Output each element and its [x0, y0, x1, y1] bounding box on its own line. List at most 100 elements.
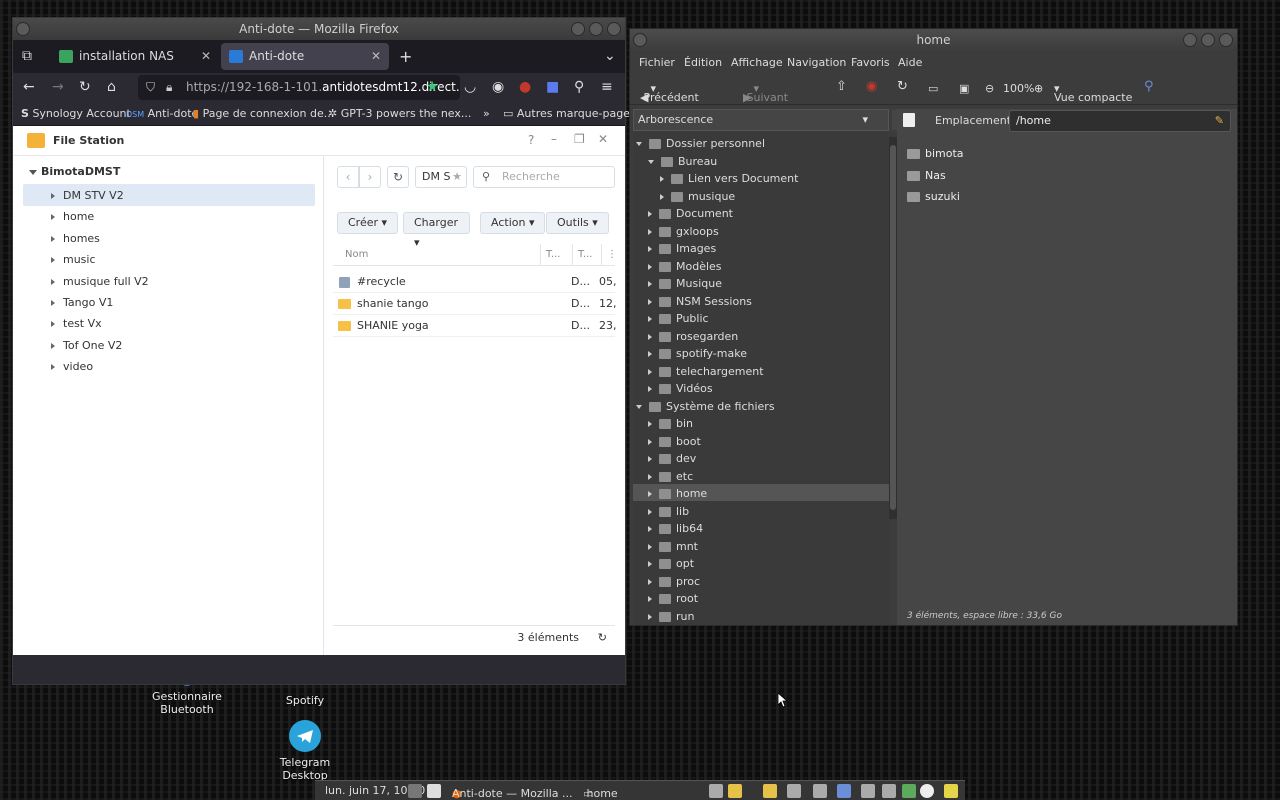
volume-icon[interactable]	[787, 784, 801, 798]
column-date[interactable]: T...	[572, 244, 592, 266]
close-icon[interactable]: ✕	[598, 132, 608, 146]
tree-item[interactable]: Dossier personnel	[636, 137, 765, 150]
task-home[interactable]: ▭ home	[583, 784, 618, 800]
collapsed-arrow-icon[interactable]	[648, 473, 652, 480]
collapsed-arrow-icon[interactable]	[648, 386, 652, 392]
minimize-icon[interactable]: –	[551, 132, 557, 146]
forward-button[interactable]: ›	[359, 166, 381, 188]
refresh-button[interactable]: ↻	[387, 166, 409, 188]
window-menu-button[interactable]	[633, 33, 647, 47]
tree-item[interactable]: Document	[648, 207, 733, 220]
maximize-button[interactable]	[1201, 33, 1215, 47]
maximize-button[interactable]	[589, 22, 603, 36]
refresh-tray-icon[interactable]	[902, 784, 916, 798]
tab-overview-icon[interactable]: ⧉	[22, 48, 32, 64]
clipboard-icon[interactable]	[861, 784, 875, 798]
extension-q-icon[interactable]: ■	[546, 79, 559, 95]
zoom-out-icon[interactable]: ⊖	[985, 82, 994, 95]
tree-item[interactable]: Musique	[648, 277, 722, 290]
new-tab-icon[interactable]: +	[399, 47, 412, 66]
collapsed-arrow-icon[interactable]	[648, 263, 652, 270]
collapsed-arrow-icon[interactable]	[648, 543, 652, 550]
bookmark-others[interactable]: ▭ Autres marque-pages	[503, 107, 636, 120]
collapsed-arrow-icon[interactable]	[51, 321, 55, 328]
collapsed-arrow-icon[interactable]	[648, 351, 652, 357]
folder-item[interactable]: Nas	[907, 169, 946, 182]
tree-item[interactable]: gxloops	[648, 225, 719, 238]
menu-navigation[interactable]: Navigation	[787, 56, 846, 69]
column-type[interactable]: T...	[540, 244, 560, 266]
desktop-icon-telegram[interactable]: Telegram Desktop	[258, 720, 352, 782]
bookmark-connexion[interactable]: ▮ Page de connexion de...	[193, 107, 334, 120]
tools-button[interactable]: Outils ▾	[546, 212, 609, 234]
home-icon[interactable]: ⌂	[107, 79, 116, 95]
close-button[interactable]	[607, 22, 621, 36]
tree-item[interactable]: musique	[660, 190, 735, 203]
collapsed-arrow-icon[interactable]	[648, 508, 652, 515]
close-tab-icon[interactable]: ✕	[371, 43, 381, 70]
shield-icon[interactable]	[813, 784, 827, 798]
tree-item[interactable]: home	[648, 487, 707, 500]
network-icon[interactable]	[709, 784, 723, 798]
collapsed-arrow-icon[interactable]	[51, 342, 55, 349]
tree-item[interactable]: Système de fichiers	[636, 400, 775, 413]
tree-item[interactable]: boot	[648, 435, 701, 448]
tree-item[interactable]: bin	[648, 417, 693, 430]
collapsed-arrow-icon[interactable]	[648, 421, 652, 427]
help-icon[interactable]: ?	[528, 133, 534, 147]
reload-icon[interactable]: ↻	[897, 79, 908, 94]
minimize-button[interactable]	[1183, 33, 1197, 47]
menu-icon[interactable]: ≡	[601, 79, 613, 95]
tree-scrollbar[interactable]	[889, 137, 897, 519]
window-titlebar[interactable]: home	[630, 29, 1237, 51]
zoom-in-icon[interactable]: ⊕	[1034, 82, 1043, 95]
collapsed-arrow-icon[interactable]	[648, 596, 652, 602]
tree-item[interactable]: lib	[648, 505, 689, 518]
column-name[interactable]: Nom	[345, 244, 368, 266]
collapsed-arrow-icon[interactable]	[51, 278, 55, 285]
tree-item[interactable]: opt	[648, 557, 694, 570]
table-row[interactable]: #recycle D... 05,	[333, 271, 617, 293]
menu-bookmarks[interactable]: Favoris	[851, 56, 890, 69]
notes-icon[interactable]	[944, 784, 958, 798]
clear-icon[interactable]: ✎	[1215, 111, 1224, 131]
collapsed-arrow-icon[interactable]	[648, 316, 652, 322]
collapsed-arrow-icon[interactable]	[648, 456, 652, 462]
tree-item[interactable]: rosegarden	[648, 330, 738, 343]
tree-item[interactable]: proc	[648, 575, 700, 588]
tree-item[interactable]: DM STV V2	[51, 189, 124, 202]
tree-item[interactable]: music	[51, 253, 96, 266]
tray-app-icon[interactable]	[763, 784, 777, 798]
tree-item[interactable]: musique full V2	[51, 275, 149, 288]
ublock-icon[interactable]: ●	[519, 79, 531, 95]
tree-item[interactable]: dev	[648, 452, 696, 465]
collapsed-arrow-icon[interactable]	[51, 300, 55, 306]
extensions-icon[interactable]: ⚲	[574, 79, 584, 95]
show-desktop-icon[interactable]	[408, 784, 422, 798]
collapsed-arrow-icon[interactable]	[648, 368, 652, 375]
tree-item[interactable]: Public	[648, 312, 709, 325]
collapsed-arrow-icon[interactable]	[51, 214, 55, 221]
table-row[interactable]: SHANIE yoga D... 23,	[333, 315, 617, 337]
tree-item[interactable]: Images	[648, 242, 716, 255]
trash-icon[interactable]	[882, 784, 896, 798]
scrollbar-thumb[interactable]	[890, 145, 896, 510]
tree-item[interactable]: Modèles	[648, 260, 722, 273]
create-button[interactable]: Créer ▾	[337, 212, 399, 234]
location-input[interactable]: /home ✎	[1009, 110, 1231, 132]
collapsed-arrow-icon[interactable]	[51, 257, 55, 264]
expanded-arrow-icon[interactable]	[636, 142, 642, 146]
forward-button[interactable]: ▶ Suivant ▾	[743, 82, 788, 104]
tree-item[interactable]: home	[51, 210, 94, 223]
computer-icon[interactable]: ▣	[959, 82, 969, 95]
search-icon[interactable]: ⚲	[1144, 79, 1154, 94]
tab-antidote[interactable]: Anti-dote ✕	[221, 43, 389, 70]
window-titlebar[interactable]: Anti-dote — Mozilla Firefox	[13, 18, 625, 40]
menu-file[interactable]: Fichier	[639, 56, 675, 69]
collapsed-arrow-icon[interactable]	[51, 235, 55, 242]
url-bar[interactable]: ⛉ 🔒︎ https://192-168-1-101.antidotesdmt1…	[138, 75, 460, 100]
shield-icon[interactable]: ⛉	[146, 75, 155, 100]
tree-item[interactable]: telechargement	[648, 365, 764, 378]
tree-item[interactable]: homes	[51, 232, 100, 245]
refresh-icon[interactable]: ↻	[598, 626, 607, 650]
